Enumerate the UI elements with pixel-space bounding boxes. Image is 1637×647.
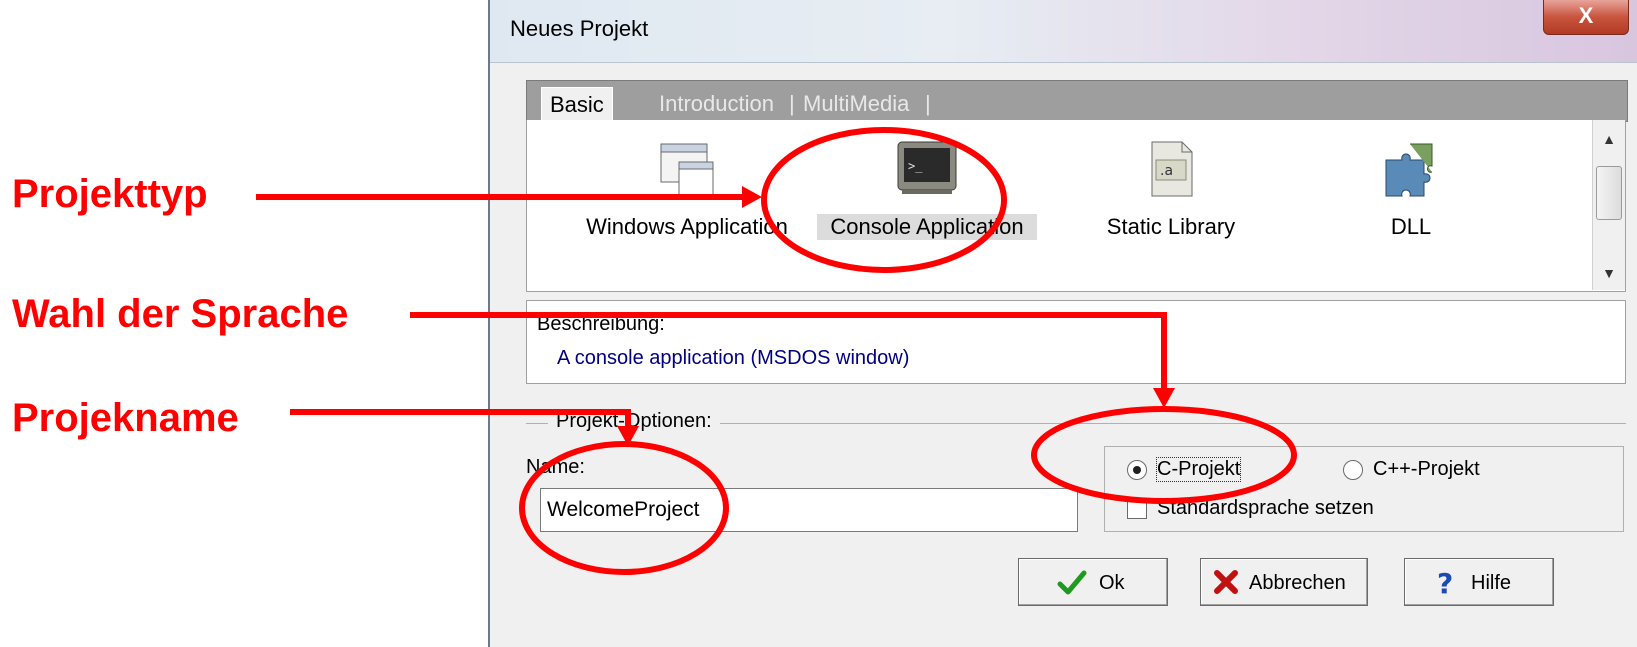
template-label: Console Application	[817, 214, 1037, 240]
template-dll[interactable]: DLL	[1301, 132, 1521, 282]
annotation-sprache: Wahl der Sprache	[12, 292, 349, 336]
help-button[interactable]: ? Hilfe	[1404, 558, 1554, 606]
console-icon: >_	[897, 141, 957, 194]
ok-button[interactable]: Ok	[1018, 558, 1168, 606]
scroll-thumb[interactable]	[1596, 166, 1622, 220]
help-button-label: Hilfe	[1471, 572, 1512, 594]
radio-c-project[interactable]	[1127, 460, 1147, 480]
radio-c-label[interactable]: C-Projekt	[1155, 457, 1242, 482]
tab-basic[interactable]: Basic	[541, 87, 613, 122]
puzzle-icon	[1385, 143, 1433, 197]
language-group: C-Projekt C++-Projekt Standardsprache se…	[1104, 446, 1624, 532]
new-project-dialog: Neues Projekt X Basic Introduction | Mul…	[488, 0, 1637, 647]
annotation-projekttyp: Projekttyp	[12, 172, 208, 216]
template-console-application[interactable]: >_ Console Application	[817, 132, 1037, 282]
annotation-projektname: Projekname	[12, 396, 239, 440]
scroll-up-icon[interactable]: ▲	[1593, 124, 1625, 154]
close-button[interactable]: X	[1543, 0, 1629, 35]
options-legend: Projekt-Optionen:	[548, 410, 720, 433]
name-label: Name:	[526, 456, 585, 478]
description-text: A console application (MSDOS window)	[557, 347, 910, 369]
radio-cpp-project[interactable]	[1343, 460, 1363, 480]
help-icon: ?	[1437, 569, 1453, 597]
template-scrollbar[interactable]: ▲ ▼	[1592, 120, 1625, 290]
dialog-title: Neues Projekt	[510, 16, 649, 41]
template-windows-application[interactable]: Windows Application	[577, 132, 797, 282]
dialog-titlebar[interactable]: Neues Projekt X	[490, 0, 1637, 63]
ok-button-label: Ok	[1099, 572, 1125, 594]
template-label: DLL	[1390, 214, 1432, 239]
close-icon: X	[1578, 3, 1594, 28]
template-list: Windows Application >_ Console Applicati…	[526, 120, 1626, 292]
cancel-button-label: Abbrechen	[1249, 572, 1346, 594]
window-icon	[660, 143, 714, 197]
checkmark-icon	[1057, 570, 1087, 595]
tab-separator: |	[789, 91, 795, 116]
default-language-checkbox[interactable]	[1127, 499, 1147, 519]
template-label: Windows Application	[586, 214, 788, 239]
svg-text:>_: >_	[908, 159, 923, 173]
cancel-button[interactable]: Abbrechen	[1200, 558, 1368, 606]
tab-separator: |	[925, 91, 931, 116]
template-label: Static Library	[1106, 214, 1236, 239]
scroll-down-icon[interactable]: ▼	[1593, 258, 1625, 288]
tab-multimedia[interactable]: MultiMedia	[803, 87, 909, 121]
cross-icon	[1214, 570, 1238, 594]
template-static-library[interactable]: .a Static Library	[1061, 132, 1281, 282]
library-icon: .a	[1151, 141, 1193, 197]
tab-introduction[interactable]: Introduction	[659, 87, 774, 121]
svg-text:.a: .a	[1160, 163, 1173, 179]
project-name-input[interactable]	[540, 488, 1078, 532]
svg-text:?: ?	[1437, 569, 1453, 597]
radio-cpp-label[interactable]: C++-Projekt	[1373, 458, 1480, 481]
template-tabs: Basic Introduction | MultiMedia |	[526, 80, 1628, 122]
default-language-label[interactable]: Standardsprache setzen	[1157, 497, 1374, 520]
description-label: Beschreibung:	[537, 313, 665, 335]
description-box: Beschreibung: A console application (MSD…	[526, 300, 1626, 384]
